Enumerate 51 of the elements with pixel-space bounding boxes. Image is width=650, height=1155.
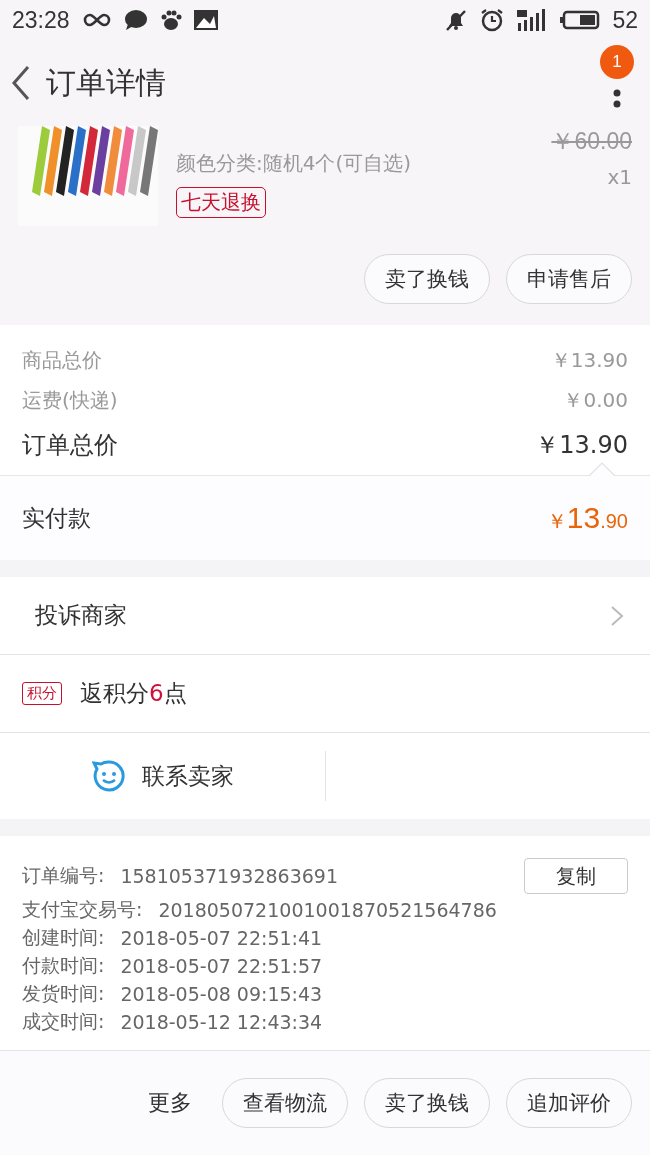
price-label: 运费(快递) xyxy=(22,386,118,414)
page-title: 订单详情 xyxy=(46,63,167,102)
info-value: 2018-05-08 09:15:43 xyxy=(120,983,324,1005)
alarm-clock-icon xyxy=(480,8,505,32)
battery-level: 52 xyxy=(612,6,638,34)
info-value: 2018050721001001870521564786 xyxy=(158,899,498,921)
paid-amount: ￥13.90 xyxy=(546,501,628,535)
copy-button[interactable]: 复制 xyxy=(524,858,628,894)
info-label: 付款时间: xyxy=(22,953,105,978)
more-link[interactable]: 更多 xyxy=(148,1088,192,1118)
info-value: 2018-05-07 22:51:41 xyxy=(120,927,324,949)
infinity-icon xyxy=(81,12,112,28)
contact-seller-button[interactable]: 联系卖家 xyxy=(0,759,325,793)
points-tag: 积分 xyxy=(22,682,62,705)
points-text: 返积分6点 xyxy=(80,679,187,708)
battery-icon xyxy=(560,10,601,30)
product-variant: 颜色分类:随机4个(可自选) xyxy=(176,150,412,177)
action-button[interactable]: 追加评价 xyxy=(506,1078,632,1128)
info-label: 发货时间: xyxy=(22,981,105,1006)
more-menu-icon xyxy=(613,89,621,108)
action-button[interactable]: 卖了换钱 xyxy=(364,1078,490,1128)
complaint-row[interactable]: 投诉商家 xyxy=(0,577,650,655)
back-icon[interactable] xyxy=(10,65,32,101)
muted-bell-icon xyxy=(444,8,469,32)
chat-bubble-icon xyxy=(123,9,148,31)
quantity: x1 xyxy=(607,165,632,189)
image-icon xyxy=(193,10,218,30)
info-value: 2018-05-07 22:51:57 xyxy=(120,955,324,977)
price-value: ￥13.90 xyxy=(535,430,628,461)
info-label: 成交时间: xyxy=(22,1009,105,1034)
clock-time: 23:28 xyxy=(12,6,70,34)
return-policy-tag: 七天退换 xyxy=(176,187,266,218)
smiley-bubble-icon xyxy=(91,759,126,793)
complaint-label: 投诉商家 xyxy=(35,601,127,630)
paid-label: 实付款 xyxy=(22,503,91,533)
info-label: 订单编号: xyxy=(22,863,105,888)
action-button[interactable]: 申请售后 xyxy=(506,254,632,304)
price-value: ￥0.00 xyxy=(563,386,628,414)
info-label: 创建时间: xyxy=(22,925,105,950)
notification-badge: 1 xyxy=(600,45,634,79)
price-label: 商品总价 xyxy=(22,346,102,374)
info-value: 158105371932863691 xyxy=(120,865,339,887)
original-price: ￥60.00 xyxy=(551,127,632,156)
action-button[interactable]: 卖了换钱 xyxy=(364,254,490,304)
paw-icon xyxy=(159,9,182,31)
info-label: 支付宝交易号: xyxy=(22,897,143,922)
price-value: ￥13.90 xyxy=(550,346,628,374)
action-button[interactable]: 查看物流 xyxy=(222,1078,348,1128)
info-value: 2018-05-12 12:43:34 xyxy=(120,1011,324,1033)
price-label: 订单总价 xyxy=(22,430,118,461)
chevron-right-icon xyxy=(610,604,624,627)
